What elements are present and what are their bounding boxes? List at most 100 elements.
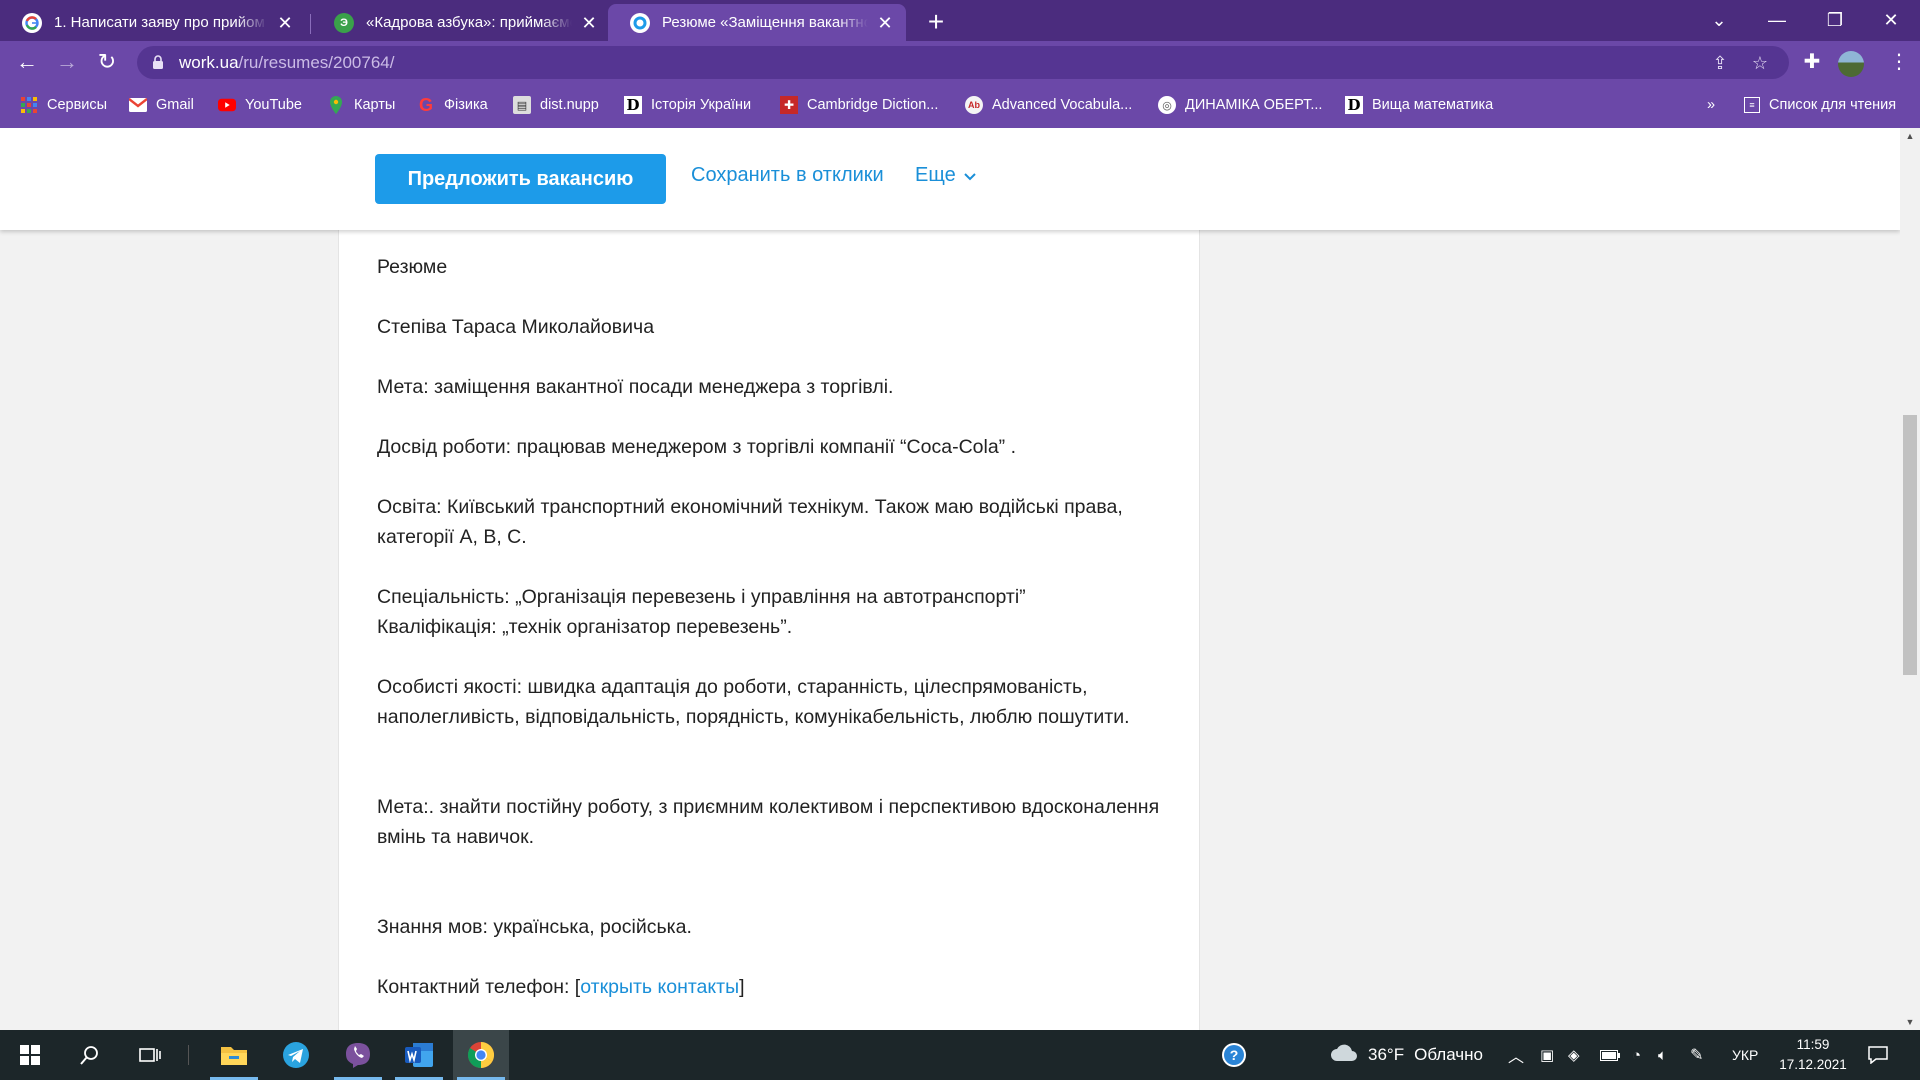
resume-qualification: Кваліфікація: „технік організатор переве… (377, 616, 793, 638)
show-hidden-icons[interactable]: ︿ (1508, 1030, 1524, 1080)
bookmark-gmail[interactable]: Gmail (129, 93, 194, 117)
url-path: /ru/resumes/200764/ (238, 52, 395, 72)
maps-icon (327, 96, 345, 114)
scroll-thumb[interactable] (1903, 415, 1917, 675)
bookmark-services[interactable]: Сервисы (20, 93, 107, 117)
share-icon[interactable]: ⇪ (1707, 50, 1733, 76)
bookmarks-overflow-icon[interactable]: » (1707, 93, 1715, 117)
bookmark-label: Gmail (156, 97, 194, 113)
bookmark-label: YouTube (245, 97, 302, 113)
windows-start-icon[interactable] (2, 1030, 58, 1080)
kadrova-azbuka-icon: Э (334, 12, 354, 33)
resume-goal: Мета: заміщення вакантної посади менедже… (377, 376, 894, 398)
address-bar[interactable]: work.ua/ru/resumes/200764/ ⇪ ☆ (137, 46, 1789, 79)
bookmark-label: Вища математика (1372, 97, 1494, 113)
profile-avatar[interactable] (1838, 51, 1864, 77)
notifications-icon[interactable] (1868, 1030, 1888, 1080)
help-icon[interactable]: ? (1206, 1030, 1262, 1080)
viber-icon[interactable] (330, 1030, 386, 1080)
bookmark-label: dist.nupp (540, 97, 599, 113)
reading-list[interactable]: ≡ Список для чтения (1744, 93, 1896, 117)
telegram-icon[interactable] (268, 1030, 324, 1080)
bookmark-star-icon[interactable]: ☆ (1747, 50, 1773, 76)
scroll-down-icon[interactable]: ▼ (1900, 1014, 1920, 1030)
d-icon: D (1345, 96, 1363, 114)
volume-icon[interactable]: 🔈︎ (1658, 1030, 1667, 1080)
close-tab-icon[interactable]: ✕ (274, 12, 296, 34)
lock-icon[interactable] (151, 54, 165, 72)
contact-label: Контактний телефон: [ (377, 976, 581, 998)
wifi-icon[interactable]: ◔ (1632, 1030, 1641, 1080)
battery-icon[interactable] (1600, 1030, 1620, 1080)
dist-icon: ▤ (513, 96, 531, 114)
bookmarks-bar: Сервисы Gmail YouTube Карты G Фізика ▤ d… (0, 83, 1920, 128)
url-text: work.ua/ru/resumes/200764/ (179, 53, 394, 73)
page-viewport: Предложить вакансию Сохранить в отклики … (0, 128, 1900, 1030)
extensions-icon[interactable]: ✚ (1795, 45, 1829, 79)
resume-qualities: Особисті якості: швидка адаптація до роб… (377, 676, 1130, 728)
cloud-icon (1330, 1043, 1358, 1068)
resume-languages: Знання мов: українська, російська. (377, 916, 692, 938)
resume-name: Степіва Тараса Миколайовича (377, 316, 655, 338)
meet-now-icon[interactable]: ▣ (1540, 1030, 1554, 1080)
close-window-icon[interactable]: ✕ (1862, 0, 1920, 41)
resume-goal-2: Мета:. знайти постійну роботу, з приємни… (377, 796, 1160, 848)
browser-toolbar: ← → ↻ work.ua/ru/resumes/200764/ ⇪ ☆ ✚ ⋮ (0, 41, 1920, 83)
forward-icon[interactable]: → (50, 45, 84, 79)
dropbox-icon[interactable]: ◈ (1568, 1030, 1580, 1080)
bookmark-history[interactable]: D Історія України (624, 93, 751, 117)
reload-icon[interactable]: ↻ (90, 45, 124, 79)
pen-icon[interactable]: ✎ (1690, 1030, 1703, 1080)
contact-end: ] (739, 976, 745, 998)
globe-icon: ◎ (1158, 96, 1176, 114)
bookmark-cambridge[interactable]: ✚ Cambridge Diction... (780, 93, 938, 117)
bookmark-vocab[interactable]: Ab Advanced Vocabula... (965, 93, 1132, 117)
bookmark-dist[interactable]: ▤ dist.nupp (513, 93, 599, 117)
tab-3-active[interactable]: Резюме «Заміщення вакантної ✕ (608, 4, 906, 41)
gmail-icon (129, 96, 147, 114)
tab-title: «Кадрова азбука»: приймаємо н (366, 14, 572, 31)
save-to-responses-link[interactable]: Сохранить в отклики (691, 164, 884, 187)
clock-date: 17.12.2021 (1779, 1057, 1847, 1072)
tab-title: 1. Написати заяву про прийом н (54, 14, 268, 31)
chrome-icon[interactable] (453, 1030, 509, 1080)
bookmark-physics[interactable]: G Фізика (417, 93, 488, 117)
svg-text:?: ? (1230, 1047, 1239, 1063)
bookmark-maps[interactable]: Карты (327, 93, 395, 117)
bookmark-youtube[interactable]: YouTube (218, 93, 302, 117)
task-view-icon[interactable] (122, 1030, 178, 1080)
bookmark-label: Фізика (444, 97, 488, 113)
physics-icon: G (418, 94, 433, 115)
chevron-down-icon (963, 164, 976, 187)
bookmark-dynamics[interactable]: ◎ ДИНАМІКА ОБЕРТ... (1158, 93, 1322, 117)
more-dropdown[interactable]: Еще (915, 164, 976, 187)
new-tab-icon[interactable]: + (920, 6, 952, 38)
close-tab-icon[interactable]: ✕ (874, 12, 896, 34)
tab-2[interactable]: Э «Кадрова азбука»: приймаємо н ✕ (312, 4, 610, 41)
tab-title: Резюме «Заміщення вакантної (662, 14, 868, 31)
taskbar-divider (188, 1045, 189, 1065)
weather-temp: 36°F (1368, 1045, 1405, 1064)
language-indicator[interactable]: УКР (1732, 1030, 1758, 1080)
tab-1[interactable]: 1. Написати заяву про прийом н ✕ (0, 4, 306, 41)
word-icon[interactable] (391, 1030, 447, 1080)
weather-widget[interactable]: 36°F Облачно (1330, 1030, 1483, 1080)
offer-vacancy-button[interactable]: Предложить вакансию (375, 154, 666, 204)
scroll-up-icon[interactable]: ▲ (1900, 128, 1920, 144)
restore-icon[interactable]: ❐ (1806, 0, 1864, 41)
open-contacts-link[interactable]: открыть контакты (580, 976, 739, 998)
page-scrollbar[interactable]: ▲ ▼ (1900, 128, 1920, 1030)
menu-icon[interactable]: ⋮ (1882, 45, 1916, 79)
resume-experience: Досвід роботи: працював менеджером з тор… (377, 436, 1016, 458)
clock-time: 11:59 (1796, 1037, 1830, 1052)
apps-grid-icon (20, 96, 38, 114)
back-icon[interactable]: ← (10, 45, 44, 79)
clock[interactable]: 11:59 17.12.2021 (1778, 1030, 1848, 1080)
bookmark-label: Карты (354, 97, 396, 113)
close-tab-icon[interactable]: ✕ (578, 12, 600, 34)
minimize-icon[interactable]: — (1748, 0, 1806, 41)
tab-search-icon[interactable]: ⌄ (1690, 0, 1748, 41)
search-icon[interactable] (62, 1030, 118, 1080)
bookmark-math[interactable]: D Вища математика (1345, 93, 1493, 117)
file-explorer-icon[interactable] (206, 1030, 262, 1080)
